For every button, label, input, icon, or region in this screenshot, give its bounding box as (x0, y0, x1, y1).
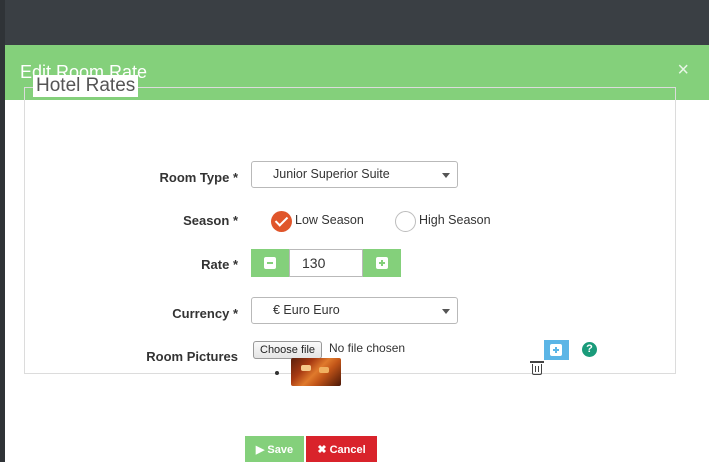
season-label: Season * (183, 213, 238, 228)
fieldset-legend: Hotel Rates (33, 75, 139, 97)
low-season-radio[interactable] (271, 211, 292, 232)
room-pictures-label: Room Pictures (146, 349, 238, 364)
minus-square-icon (264, 257, 276, 269)
high-season-label[interactable]: High Season (419, 213, 491, 227)
plus-square-icon (376, 257, 388, 269)
room-type-select[interactable]: Junior Superior Suite (251, 161, 458, 188)
rate-label: Rate * (201, 257, 238, 272)
save-button[interactable]: ▶ Save (245, 436, 304, 462)
close-x-icon: ✖ (317, 444, 327, 456)
play-circle-icon: ▶ (255, 444, 265, 456)
add-picture-button[interactable] (544, 340, 569, 360)
close-icon[interactable]: × (677, 60, 689, 80)
chevron-down-icon (442, 309, 450, 314)
high-season-radio[interactable] (395, 211, 416, 232)
plus-square-icon (550, 344, 562, 356)
hotel-rates-fieldset (24, 87, 676, 374)
room-picture-thumbnail[interactable] (291, 358, 341, 386)
currency-select[interactable]: € Euro Euro (251, 297, 458, 324)
choose-file-button[interactable]: Choose file (253, 341, 323, 359)
chevron-down-icon (442, 173, 450, 178)
currency-value: € Euro Euro (273, 303, 340, 317)
currency-label: Currency * (172, 306, 238, 321)
cancel-button[interactable]: ✖ Cancel (306, 436, 377, 462)
rate-increment-button[interactable] (363, 249, 401, 277)
list-bullet (275, 371, 279, 375)
low-season-label[interactable]: Low Season (295, 213, 364, 227)
help-icon[interactable]: ? (582, 342, 597, 357)
file-status-text: No file chosen (329, 341, 406, 355)
room-type-label: Room Type * (159, 170, 238, 185)
room-type-value: Junior Superior Suite (273, 167, 390, 181)
rate-decrement-button[interactable] (251, 249, 289, 277)
trash-icon[interactable] (530, 361, 544, 375)
rate-input[interactable]: 130 (289, 249, 363, 277)
